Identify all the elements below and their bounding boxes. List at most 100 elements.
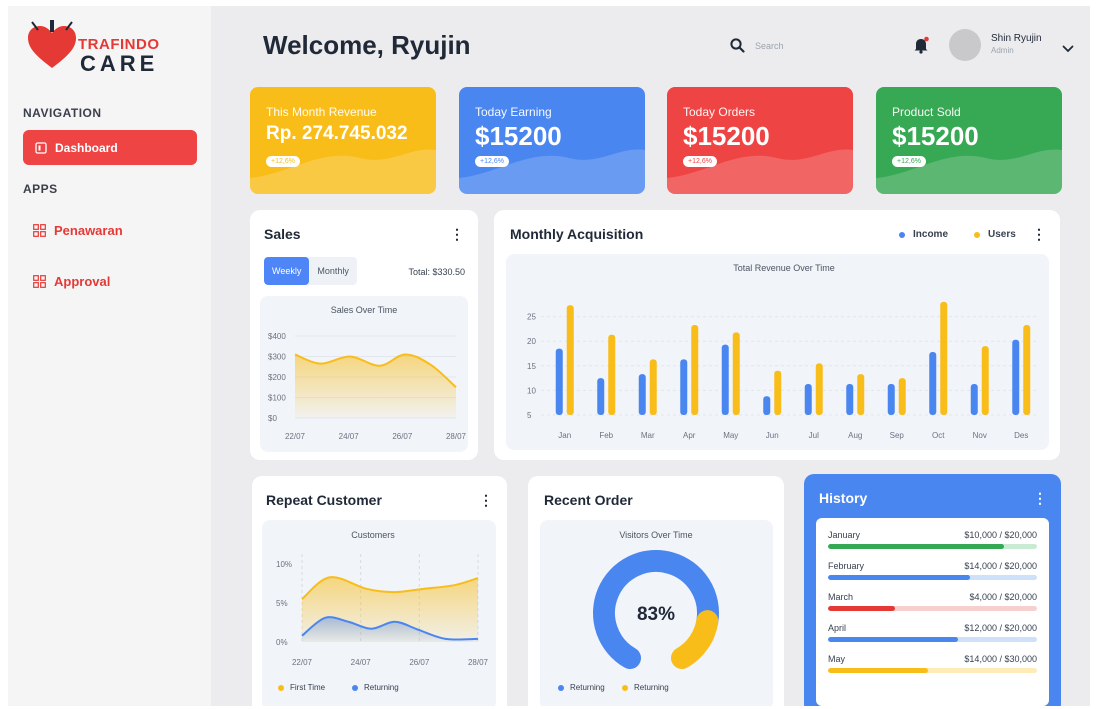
y-tick-label: $300 (268, 353, 286, 362)
user-menu-toggle[interactable] (1062, 40, 1074, 58)
bar-income (804, 384, 812, 415)
visitors-chart: Visitors Over Time 83% (593, 530, 719, 670)
y-tick-label: 10 (527, 386, 536, 395)
y-tick-label: $200 (268, 373, 286, 382)
sales-chart-panel: Sales Over Time $400 $300 $200 $100 $0 22/07 24… (260, 296, 468, 452)
search-placeholder: Search (755, 40, 784, 51)
legend-dot (622, 684, 628, 691)
legend-label: First Time (290, 683, 326, 692)
history-progress-fill (828, 606, 895, 611)
legend-returning-b: Returning (622, 683, 669, 692)
customers-chart-panel: Customers 10% 5% 0% 22/07 24/07 26/07 28/07 Fir… (262, 520, 496, 706)
monthly-acquisition-card: Monthly Acquisition Income Users ⋮ Total… (494, 210, 1060, 460)
card-title: Recent Order (544, 492, 633, 508)
search-input[interactable]: Search (730, 38, 784, 53)
avatar[interactable] (949, 29, 981, 61)
apps-section-title: APPS (23, 182, 58, 196)
x-tick-label: 26/07 (409, 658, 430, 667)
y-tick-label: 0% (276, 638, 288, 647)
card-title: Sales (264, 226, 301, 242)
notification-button[interactable] (912, 36, 930, 59)
sidebar-item-dashboard[interactable]: Dashboard (23, 130, 197, 165)
more-menu-icon[interactable]: ⋮ (1032, 226, 1046, 243)
tab-monthly[interactable]: Monthly (309, 257, 357, 285)
history-month: March (828, 592, 854, 602)
x-tick-label: Apr (683, 431, 696, 440)
x-tick-label: Jan (558, 431, 571, 440)
card-title: History (819, 490, 868, 506)
more-menu-icon[interactable]: ⋮ (450, 226, 464, 243)
legend-returning: Returning (352, 683, 399, 692)
history-value: $14,000 / $30,000 (964, 654, 1037, 664)
bar-users (732, 332, 740, 415)
sales-card: Sales ⋮ Weekly Monthly Total: $330.50 Sa… (250, 210, 478, 460)
page-title: Welcome, Ryujin (263, 30, 471, 60)
stat-badge: +12,6% (266, 156, 300, 167)
stat-card-today-earning[interactable]: Today Earning $15200 +12,6% (459, 87, 645, 194)
stat-card-product-sold[interactable]: Product Sold $15200 +12,6% (876, 87, 1062, 194)
bar-users (898, 378, 906, 415)
bar-income (721, 344, 729, 415)
sidebar-item-label: Approval (54, 274, 111, 289)
x-tick-label: Jul (809, 431, 819, 440)
stat-value: Rp. 274.745.032 (266, 123, 408, 144)
card-title: Repeat Customer (266, 492, 382, 508)
x-tick-label: Nov (973, 431, 987, 440)
sidebar-item-label: Penawaran (54, 223, 123, 238)
more-menu-icon[interactable]: ⋮ (1033, 490, 1047, 507)
stat-card-month-revenue[interactable]: This Month Revenue Rp. 274.745.032 +12,6… (250, 87, 436, 194)
history-progress (828, 637, 1037, 642)
y-tick-label: 15 (527, 362, 536, 371)
sidebar: TRAFINDO CARE NAVIGATION Dashboard APPS … (8, 6, 211, 706)
bar-users (857, 374, 865, 415)
app-frame: TRAFINDO CARE NAVIGATION Dashboard APPS … (8, 6, 1090, 706)
history-progress (828, 668, 1037, 673)
history-value: $14,000 / $20,000 (964, 561, 1037, 571)
stat-label: Today Earning (475, 105, 552, 119)
chart-title: Visitors Over Time (619, 530, 692, 540)
search-icon (730, 38, 745, 53)
history-progress-fill (828, 575, 971, 580)
bar-income (929, 352, 937, 415)
chart-title: Total Revenue Over Time (733, 263, 835, 273)
brand-logo[interactable]: TRAFINDO CARE (26, 20, 176, 76)
x-tick-label: May (723, 431, 738, 440)
stat-value: $15200 (475, 121, 562, 151)
grid-icon (33, 275, 46, 288)
history-month: February (828, 561, 865, 571)
x-tick-label: 22/07 (285, 432, 306, 441)
history-progress-fill (828, 637, 958, 642)
sidebar-item-label: Dashboard (55, 140, 118, 155)
nav-section-title: NAVIGATION (23, 106, 102, 120)
brand-name-line2: CARE (80, 51, 159, 76)
sales-period-toggle: Weekly Monthly (264, 257, 357, 285)
more-menu-icon[interactable]: ⋮ (479, 492, 493, 509)
legend-income: Income (899, 229, 948, 240)
bar-income (846, 384, 854, 415)
stat-card-today-orders[interactable]: Today Orders $15200 +12,6% (667, 87, 853, 194)
tab-weekly[interactable]: Weekly (264, 257, 310, 285)
legend-returning-a: Returning (558, 683, 605, 692)
history-progress-fill (828, 668, 929, 673)
stat-badge: +12,6% (475, 156, 509, 167)
chevron-down-icon (1062, 45, 1074, 53)
sidebar-item-penawaran[interactable]: Penawaran (33, 223, 123, 238)
stat-value: $15200 (683, 121, 770, 151)
x-tick-label: 26/07 (392, 432, 413, 441)
x-tick-label: Oct (932, 431, 945, 440)
history-card: History ⋮ January $10,000 / $20,000 Febr… (804, 474, 1061, 706)
donut-center-label: 83% (637, 604, 675, 625)
bar-users (981, 346, 989, 415)
x-tick-label: 28/07 (468, 658, 489, 667)
history-month: January (828, 530, 861, 540)
bar-users (608, 334, 616, 415)
sidebar-item-approval[interactable]: Approval (33, 274, 110, 289)
legend-dot (974, 231, 980, 238)
stat-label: Product Sold (892, 105, 961, 119)
dashboard-icon (35, 141, 47, 154)
sales-total: Total: $330.50 (408, 267, 465, 277)
x-tick-label: 22/07 (292, 658, 313, 667)
stat-badge: +12,6% (683, 156, 717, 167)
y-tick-label: 5 (527, 411, 532, 420)
x-tick-label: Feb (599, 431, 613, 440)
